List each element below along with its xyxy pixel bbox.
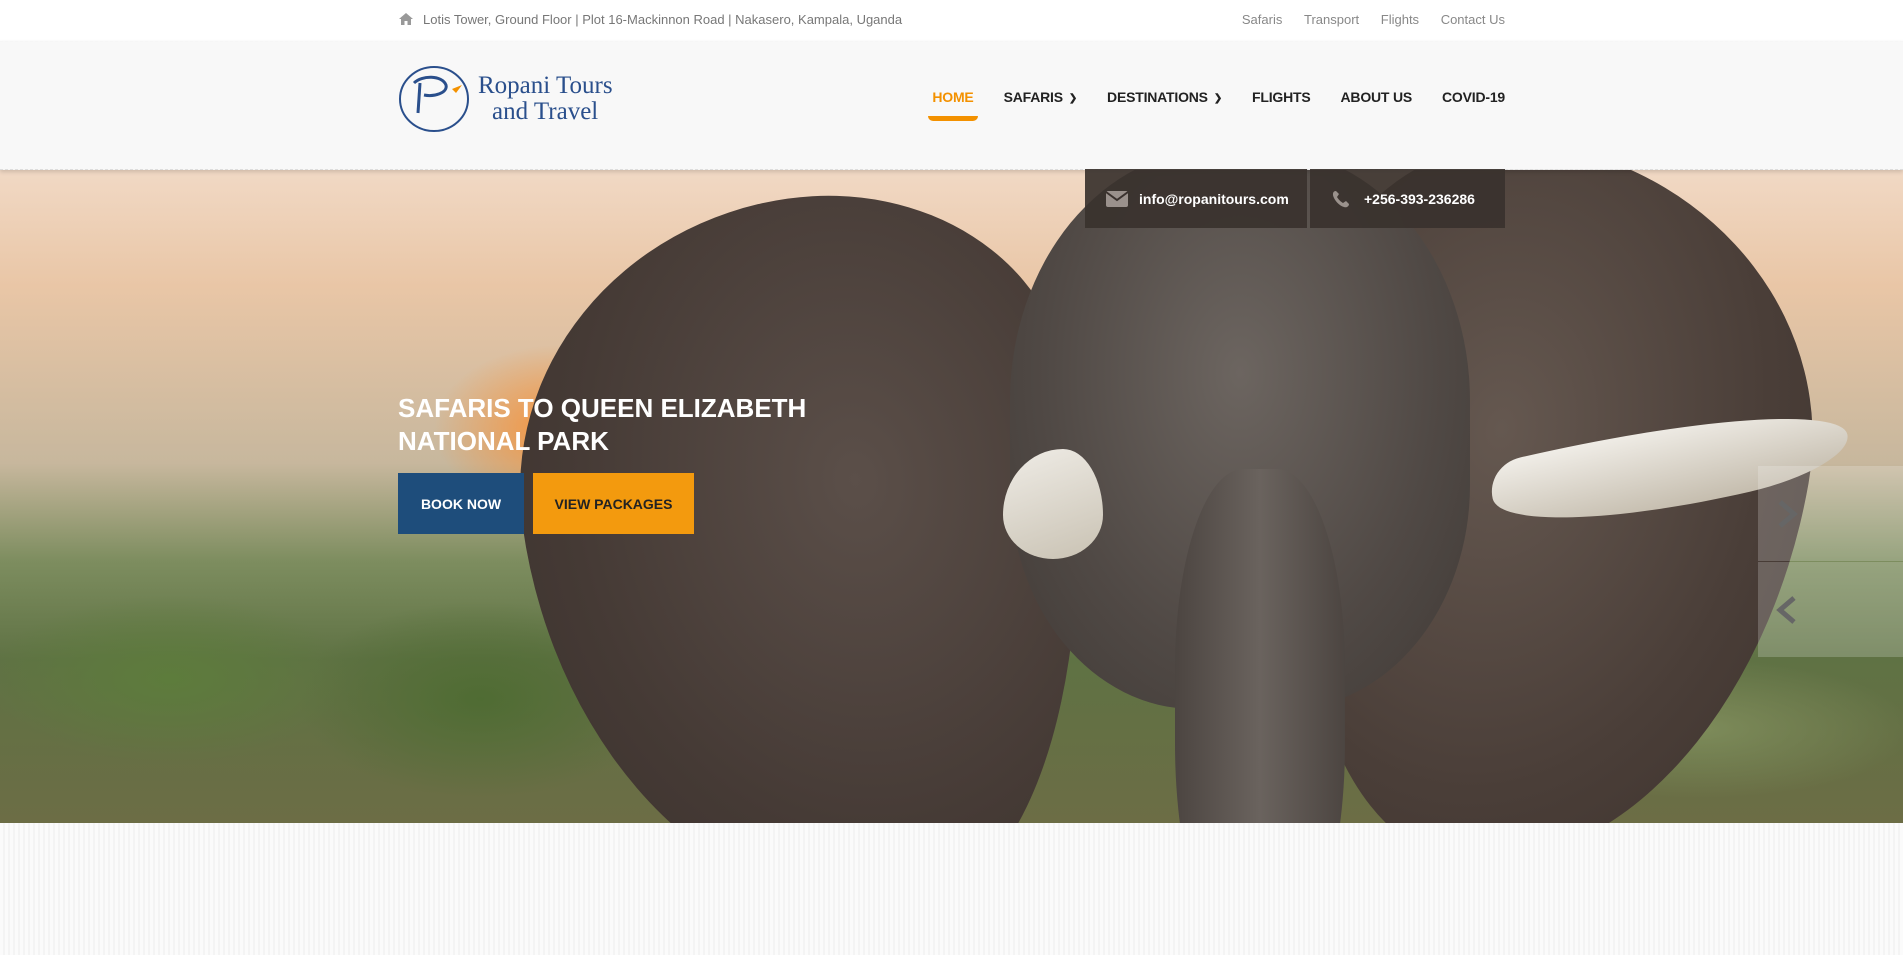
site-header: Ropani Tours and Travel HOME SAFARIS ❯ DE… <box>0 41 1903 170</box>
email-contact[interactable]: info@ropanitours.com <box>1085 169 1307 228</box>
nav-destinations-label: DESTINATIONS <box>1107 89 1208 105</box>
top-links: Safaris Transport Flights Contact Us <box>1224 12 1505 27</box>
nav-destinations[interactable]: DESTINATIONS ❯ <box>1107 89 1222 105</box>
top-link-transport[interactable]: Transport <box>1304 12 1359 27</box>
phone-icon <box>1330 190 1354 208</box>
top-bar: Lotis Tower, Ground Floor | Plot 16-Mack… <box>0 0 1903 42</box>
nav-home-label: HOME <box>932 89 974 105</box>
email-text: info@ropanitours.com <box>1139 190 1289 207</box>
envelope-icon <box>1105 190 1129 208</box>
nav-safaris-label: SAFARIS <box>1003 89 1063 105</box>
nav-about[interactable]: ABOUT US <box>1341 89 1413 105</box>
phone-text: +256-393-236286 <box>1364 190 1475 207</box>
nav-flights[interactable]: FLIGHTS <box>1252 89 1311 105</box>
book-now-button[interactable]: BOOK NOW <box>398 473 524 534</box>
phone-contact[interactable]: +256-393-236286 <box>1310 169 1505 228</box>
main-nav: HOME SAFARIS ❯ DESTINATIONS ❯ FLIGHTS ABOU… <box>902 89 1505 121</box>
top-link-contact[interactable]: Contact Us <box>1441 12 1505 27</box>
slider-next-button[interactable] <box>1758 466 1903 561</box>
chevron-right-icon <box>1778 499 1798 528</box>
logo-line-1: Ropani Tours <box>478 72 613 99</box>
nav-covid[interactable]: COVID-19 <box>1442 89 1505 105</box>
nav-covid-label: COVID-19 <box>1442 89 1505 105</box>
slider-prev-button[interactable] <box>1758 562 1903 657</box>
chevron-down-icon: ❯ <box>1068 93 1078 104</box>
home-icon <box>398 12 414 26</box>
chevron-left-icon <box>1776 595 1796 624</box>
top-link-flights[interactable]: Flights <box>1381 12 1419 27</box>
nav-flights-label: FLIGHTS <box>1252 89 1311 105</box>
nav-home[interactable]: HOME <box>928 89 978 121</box>
nav-about-label: ABOUT US <box>1340 89 1413 105</box>
logo[interactable]: Ropani Tours and Travel <box>396 61 626 135</box>
view-packages-button[interactable]: VIEW PACKAGES <box>533 473 694 534</box>
address: Lotis Tower, Ground Floor | Plot 16-Mack… <box>398 12 902 27</box>
address-text: Lotis Tower, Ground Floor | Plot 16-Mack… <box>423 12 903 27</box>
logo-mark <box>399 66 469 132</box>
logo-line-2: and Travel <box>492 98 599 125</box>
top-link-safaris[interactable]: Safaris <box>1242 12 1282 27</box>
chevron-down-icon: ❯ <box>1213 93 1223 104</box>
slide-title: SAFARIS TO QUEEN ELIZABETH NATIONAL PARK <box>398 393 807 456</box>
nav-safaris[interactable]: SAFARIS ❯ <box>1003 89 1078 105</box>
logo-text: Ropani Tours and Travel <box>478 73 613 125</box>
hero-image-trunk <box>1175 469 1345 823</box>
hero-slider <box>0 169 1903 823</box>
content-background <box>0 823 1903 955</box>
